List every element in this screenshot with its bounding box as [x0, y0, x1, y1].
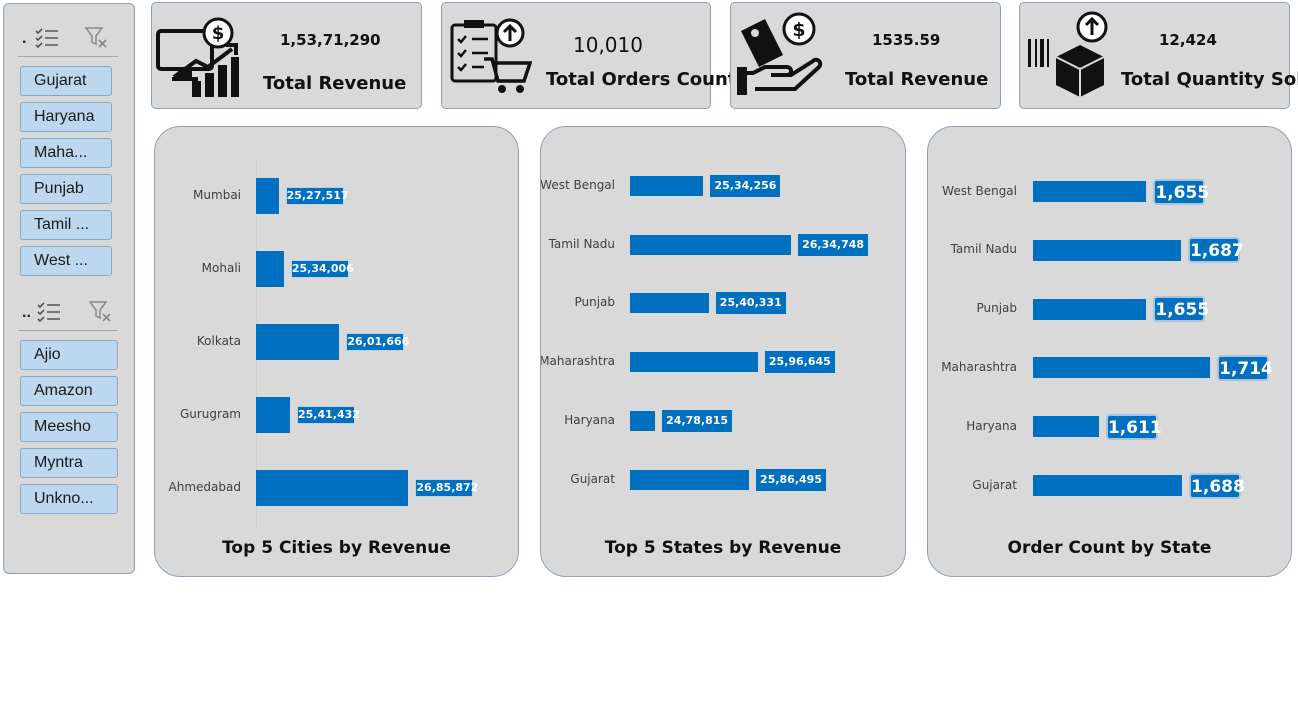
category-label: Punjab: [976, 301, 1017, 316]
data-label: 25,86,495: [756, 468, 827, 491]
svg-text:$: $: [792, 19, 805, 41]
data-label: 25,27,517: [285, 187, 349, 205]
kpi-card-quantity-sold: 12,424 Total Quantity Sold: [1019, 2, 1298, 109]
clear-filter-icon[interactable]: [84, 26, 110, 55]
category-label: Gujarat: [570, 471, 615, 486]
barcode-box-icon: [1026, 11, 1112, 104]
slicer-title: ..: [22, 304, 31, 321]
kpi-value: 12,424: [1159, 31, 1217, 49]
bar[interactable]: [630, 234, 792, 255]
category-label: Tamil Nadu: [548, 236, 615, 251]
bar[interactable]: [256, 178, 279, 214]
category-label: Punjab: [574, 295, 615, 310]
kpi-card-total-orders: 10,010 Total Orders Count: [441, 2, 736, 109]
slicer-item[interactable]: Haryana: [20, 102, 112, 132]
category-label: West Bengal: [942, 183, 1017, 198]
slicer-item[interactable]: Tamil ...: [20, 210, 112, 240]
svg-text:$: $: [212, 23, 225, 44]
monitor-growth-dollar-icon: $: [156, 15, 240, 104]
bar[interactable]: [630, 469, 750, 490]
kpi-label: Total Revenue: [845, 69, 989, 90]
category-label: Kolkata: [196, 334, 241, 348]
data-label: 1,687: [1187, 237, 1244, 264]
kpi-value: 10,010: [573, 33, 643, 57]
multi-select-icon[interactable]: [36, 300, 62, 329]
data-label: 25,96,645: [764, 351, 835, 374]
kpi-value: 1535.59: [872, 31, 941, 49]
data-label: 1,714: [1217, 354, 1273, 381]
data-label: 24,78,815: [662, 409, 733, 432]
category-label: Tamil Nadu: [950, 242, 1017, 257]
data-label: 1,611: [1105, 413, 1162, 440]
clear-filter-icon[interactable]: [88, 300, 114, 329]
slicer-item[interactable]: Ajio: [20, 340, 118, 370]
slicer-panel: . Gujarat Haryana Maha... Punjab Tamil ... We…: [3, 3, 135, 574]
category-label: Haryana: [966, 418, 1017, 433]
chart-title: Top 5 States by Revenue: [604, 538, 842, 558]
data-label: 1,655: [1153, 178, 1209, 205]
slicer-item[interactable]: Maha...: [20, 138, 112, 168]
bar[interactable]: [630, 352, 758, 373]
bar[interactable]: [256, 251, 284, 287]
bar[interactable]: [1033, 357, 1211, 379]
data-label: 26,01,666: [346, 333, 409, 351]
chart-top-states: West Bengal 25,34,256 Tamil Nadu 26,34,748 P…: [540, 126, 906, 577]
slicer-header-state: .: [18, 22, 118, 57]
category-label: West Bengal: [540, 178, 615, 192]
slicer-title: .: [22, 30, 27, 47]
slicer-item[interactable]: Punjab: [20, 174, 112, 204]
category-label: Haryana: [564, 412, 615, 427]
slicer-item[interactable]: Myntra: [20, 448, 118, 478]
data-label: 25,40,331: [715, 292, 786, 315]
kpi-label: Total Revenue: [263, 73, 407, 94]
bar[interactable]: [630, 176, 704, 196]
checklist-cart-icon: [448, 17, 533, 102]
slicer-item[interactable]: Unkno...: [20, 484, 118, 514]
category-label: Maharashtra: [941, 359, 1017, 374]
slicer-header-channel: ..: [18, 296, 118, 331]
kpi-card-avg-revenue: $ 1535.59 Total Revenue: [730, 2, 1001, 109]
data-label: 26,34,748: [798, 233, 869, 256]
kpi-label: Total Quantity Sold: [1121, 69, 1298, 90]
category-label: Ahmedabad: [168, 480, 241, 494]
category-label: Mohali: [201, 261, 241, 275]
kpi-card-total-revenue: $ 1,53,71,290 Total Revenue: [151, 2, 422, 109]
bar[interactable]: [256, 470, 409, 506]
chart-title: Order Count by State: [1007, 538, 1212, 558]
data-label: 26,85,872: [415, 479, 478, 497]
bar[interactable]: [256, 324, 340, 360]
bar[interactable]: [1033, 181, 1147, 202]
slicer-item[interactable]: Gujarat: [20, 66, 112, 96]
bar[interactable]: [630, 293, 709, 314]
chart-title: Top 5 Cities by Revenue: [222, 538, 451, 558]
kpi-value: 1,53,71,290: [280, 31, 381, 49]
data-label: 25,34,256: [710, 175, 781, 197]
data-label: 25,34,006: [290, 260, 354, 278]
slicer-item[interactable]: Meesho: [20, 412, 118, 442]
data-label: 1,655: [1153, 296, 1209, 323]
category-label: Mumbai: [193, 188, 241, 202]
bar[interactable]: [1033, 239, 1181, 261]
bar[interactable]: [1033, 475, 1183, 496]
chart-top-cities: Mumbai 25,27,517 Mohali 25,34,006 Kolkata 26,…: [154, 126, 519, 577]
bar[interactable]: [256, 397, 290, 433]
slicer-item[interactable]: West ...: [20, 246, 112, 276]
data-label: 1,688: [1189, 472, 1245, 499]
data-label: 25,41,432: [296, 406, 360, 424]
slicer-item[interactable]: Amazon: [20, 376, 118, 406]
bar[interactable]: [1033, 416, 1099, 438]
category-label: Gurugram: [179, 407, 241, 421]
hand-price-tag-dollar-icon: $: [735, 11, 823, 102]
category-label: Maharashtra: [540, 354, 615, 369]
kpi-label: Total Orders Count: [546, 69, 737, 90]
bar[interactable]: [630, 410, 656, 431]
bar[interactable]: [1033, 298, 1147, 320]
category-label: Gujarat: [972, 477, 1017, 492]
chart-orders-by-state: West Bengal 1,655 Tamil Nadu 1,687 Punjab 1,6…: [927, 126, 1292, 577]
multi-select-icon[interactable]: [34, 26, 60, 55]
